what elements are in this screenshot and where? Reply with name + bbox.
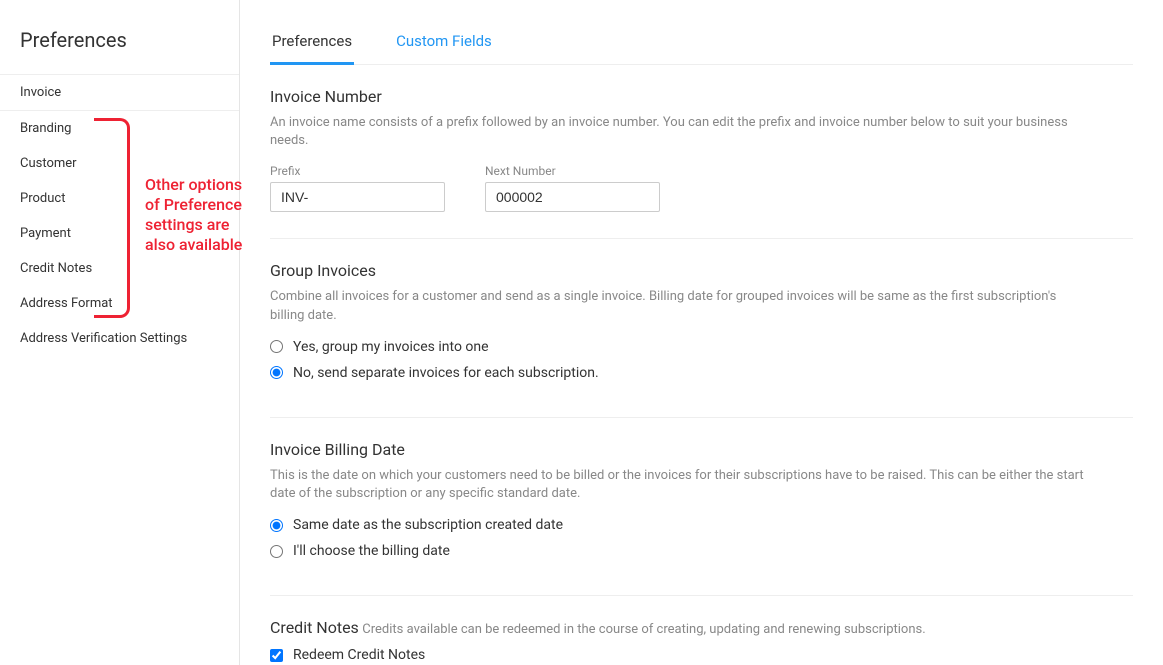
invoice-number-title: Invoice Number — [270, 87, 1133, 106]
billing-date-title: Invoice Billing Date — [270, 440, 1133, 459]
nav-address-verification[interactable]: Address Verification Settings — [0, 321, 239, 356]
prefix-label: Prefix — [270, 164, 445, 178]
group-invoices-desc: Combine all invoices for a customer and … — [270, 288, 1090, 324]
nav-customer[interactable]: Customer — [0, 146, 239, 181]
sidebar: Preferences Invoice Branding Customer Pr… — [0, 0, 240, 665]
nav-product[interactable]: Product — [0, 181, 239, 216]
billing-same-label: Same date as the subscription created da… — [293, 517, 563, 533]
section-invoice-number: Invoice Number An invoice name consists … — [270, 65, 1133, 239]
section-group-invoices: Group Invoices Combine all invoices for … — [270, 239, 1133, 417]
sidebar-title: Preferences — [0, 0, 239, 74]
credit-notes-desc: Credits available can be redeemed in the… — [362, 622, 925, 637]
next-number-input[interactable] — [485, 182, 660, 212]
billing-choose-row[interactable]: I'll choose the billing date — [270, 543, 1133, 559]
redeem-row[interactable]: Redeem Credit Notes — [270, 647, 1133, 663]
billing-same-radio[interactable] — [270, 519, 283, 532]
nav-list: Invoice Branding Customer Product Paymen… — [0, 74, 239, 356]
group-yes-radio[interactable] — [270, 340, 283, 353]
billing-choose-label: I'll choose the billing date — [293, 543, 450, 559]
billing-date-desc: This is the date on which your customers… — [270, 467, 1090, 503]
invoice-number-desc: An invoice name consists of a prefix fol… — [270, 114, 1090, 150]
billing-choose-radio[interactable] — [270, 545, 283, 558]
nav-address-format[interactable]: Address Format — [0, 286, 239, 321]
next-number-label: Next Number — [485, 164, 660, 178]
prefix-field: Prefix — [270, 164, 445, 212]
group-no-row[interactable]: No, send separate invoices for each subs… — [270, 365, 1133, 381]
redeem-label: Redeem Credit Notes — [293, 647, 425, 663]
group-yes-row[interactable]: Yes, group my invoices into one — [270, 339, 1133, 355]
credit-notes-title: Credit Notes — [270, 618, 359, 637]
group-invoices-title: Group Invoices — [270, 261, 1133, 280]
main-content: Preferences Custom Fields Invoice Number… — [240, 0, 1163, 665]
prefix-input[interactable] — [270, 182, 445, 212]
nav-credit-notes[interactable]: Credit Notes — [0, 251, 239, 286]
next-number-field: Next Number — [485, 164, 660, 212]
nav-invoice[interactable]: Invoice — [0, 75, 239, 111]
section-credit-notes: Credit Notes Credits available can be re… — [270, 596, 1133, 665]
billing-same-row[interactable]: Same date as the subscription created da… — [270, 517, 1133, 533]
tab-preferences[interactable]: Preferences — [270, 20, 354, 65]
group-no-label: No, send separate invoices for each subs… — [293, 365, 599, 381]
group-yes-label: Yes, group my invoices into one — [293, 339, 489, 355]
group-no-radio[interactable] — [270, 366, 283, 379]
nav-branding[interactable]: Branding — [0, 111, 239, 146]
tab-bar: Preferences Custom Fields — [270, 20, 1133, 65]
section-billing-date: Invoice Billing Date This is the date on… — [270, 418, 1133, 596]
tab-custom-fields[interactable]: Custom Fields — [394, 20, 494, 65]
nav-payment[interactable]: Payment — [0, 216, 239, 251]
redeem-checkbox[interactable] — [270, 649, 283, 662]
